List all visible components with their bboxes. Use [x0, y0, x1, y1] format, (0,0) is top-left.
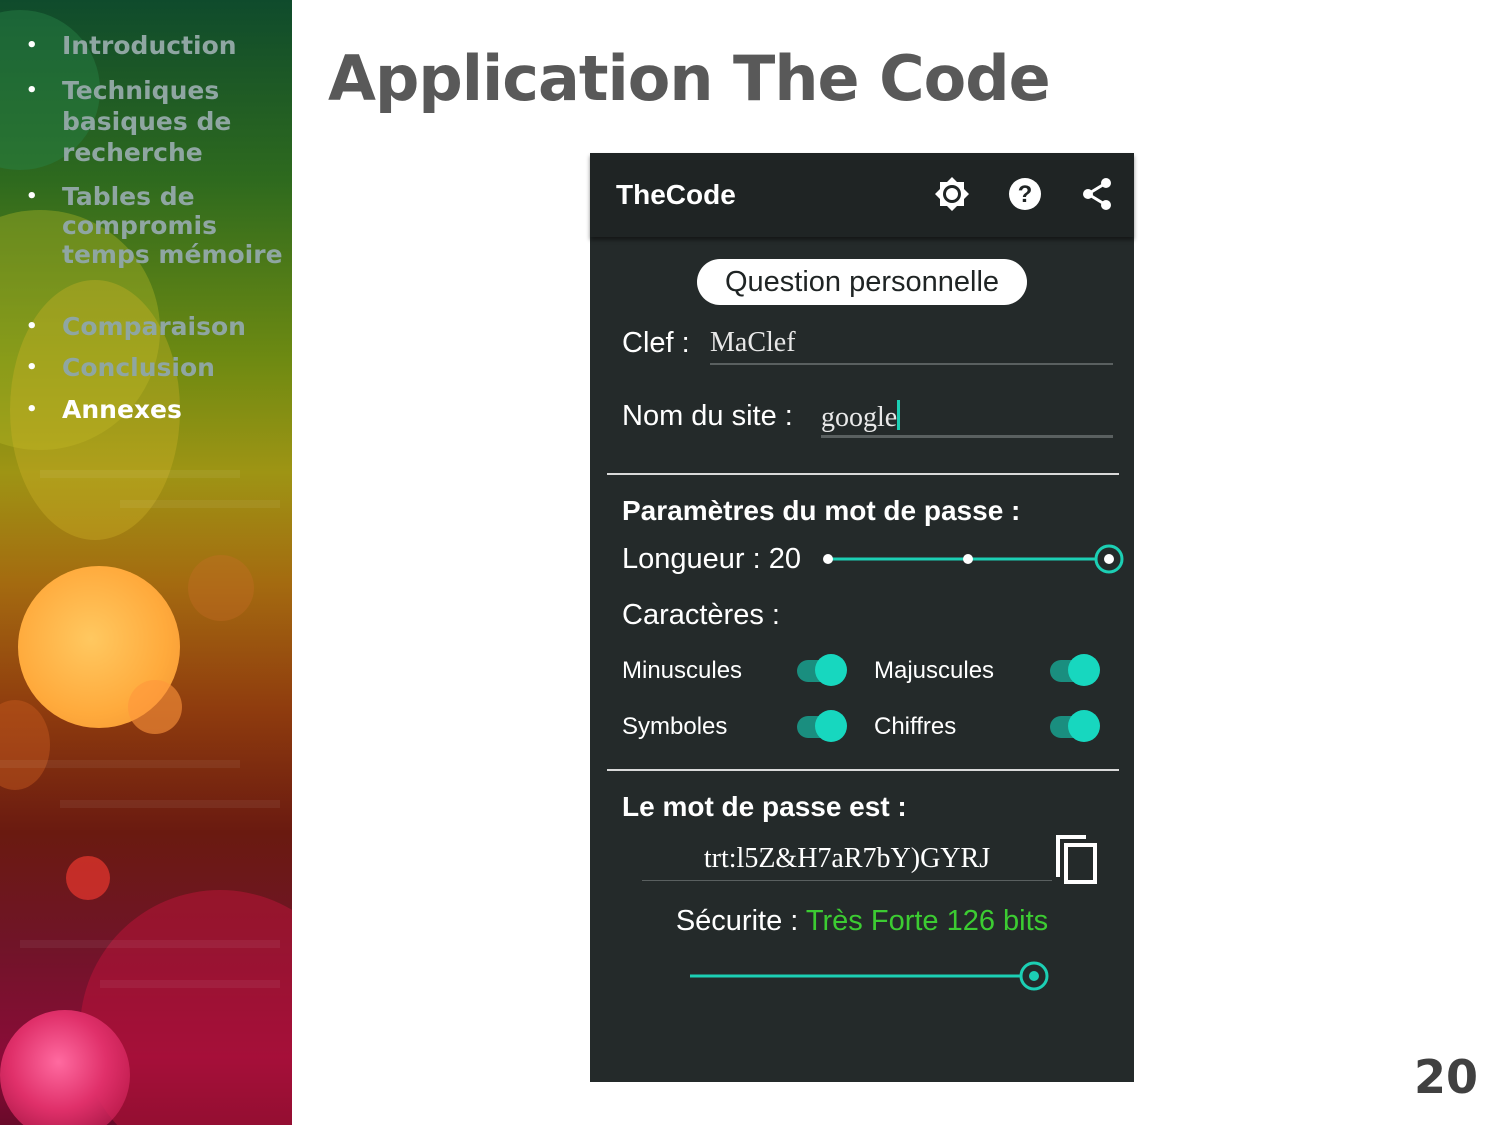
app-bar: TheCode ? [590, 153, 1134, 237]
nav-item-tables[interactable]: Tables de compromis temps mémoire [26, 182, 287, 269]
page-number: 20 [1413, 1050, 1478, 1104]
share-icon[interactable] [1078, 175, 1118, 215]
site-label: Nom du site : [622, 400, 793, 432]
toggle-minuscules[interactable] [797, 654, 847, 688]
site-field[interactable]: google [821, 400, 1113, 438]
help-icon[interactable]: ? [1005, 175, 1045, 215]
params-heading: Paramètres du mot de passe : [622, 495, 1021, 526]
length-slider[interactable] [818, 543, 1130, 575]
bokeh-decoration [0, 700, 50, 790]
bokeh-decoration [188, 555, 254, 621]
app-screenshot: TheCode ? Question personnelle Clef : Ma… [590, 153, 1134, 1082]
chars-label: Caractères : [622, 599, 780, 631]
nav-item-introduction[interactable]: Introduction [26, 30, 287, 61]
svg-text:?: ? [1018, 181, 1033, 208]
toggle-chiffres[interactable] [1050, 710, 1100, 744]
bokeh-decoration [66, 856, 110, 900]
text-cursor [897, 400, 901, 430]
copy-icon[interactable] [1052, 833, 1102, 887]
light-streak [40, 470, 240, 478]
light-streak [60, 800, 280, 808]
section-divider [607, 769, 1119, 771]
toggle-label-majuscules: Majuscules [874, 657, 995, 684]
site-value: google [821, 402, 898, 433]
key-value: MaClef [710, 327, 796, 358]
brightness-icon[interactable] [932, 175, 972, 215]
length-label: Longueur : 20 [622, 543, 801, 575]
nav-item-techniques[interactable]: Techniques basiques de recherche [26, 75, 287, 168]
light-streak [100, 980, 280, 988]
toggle-label-chiffres: Chiffres [874, 713, 957, 740]
key-field[interactable]: MaClef [710, 327, 1113, 365]
toggle-symboles[interactable] [797, 710, 847, 744]
bokeh-decoration [128, 680, 182, 734]
toggle-label-symboles: Symboles [622, 713, 728, 740]
light-streak [20, 940, 280, 948]
nav-item-annexes[interactable]: Annexes [26, 394, 287, 425]
slide-title: Application The Code [328, 42, 1051, 115]
security-readout: Sécurite : Très Forte 126 bits [590, 905, 1134, 938]
section-divider [607, 473, 1119, 475]
security-label: Sécurite : [675, 905, 799, 937]
app-title: TheCode [616, 179, 736, 210]
password-output[interactable]: trt:l5Z&H7aR7bY)GYRJ [642, 843, 1052, 881]
toggle-majuscules[interactable] [1050, 654, 1100, 688]
security-strength: Très Forte 126 bits [805, 905, 1049, 937]
sidebar: Introduction Techniques basiques de rech… [0, 0, 292, 1125]
result-heading: Le mot de passe est : [622, 791, 907, 822]
nav-item-conclusion[interactable]: Conclusion [26, 352, 287, 383]
key-label: Clef : [622, 327, 690, 359]
light-streak [120, 500, 280, 508]
light-streak [0, 760, 240, 768]
toggle-label-minuscules: Minuscules [622, 657, 743, 684]
question-personnelle-button[interactable]: Question personnelle [697, 259, 1027, 305]
security-bar [690, 961, 1049, 991]
nav-item-comparaison[interactable]: Comparaison [26, 311, 287, 342]
